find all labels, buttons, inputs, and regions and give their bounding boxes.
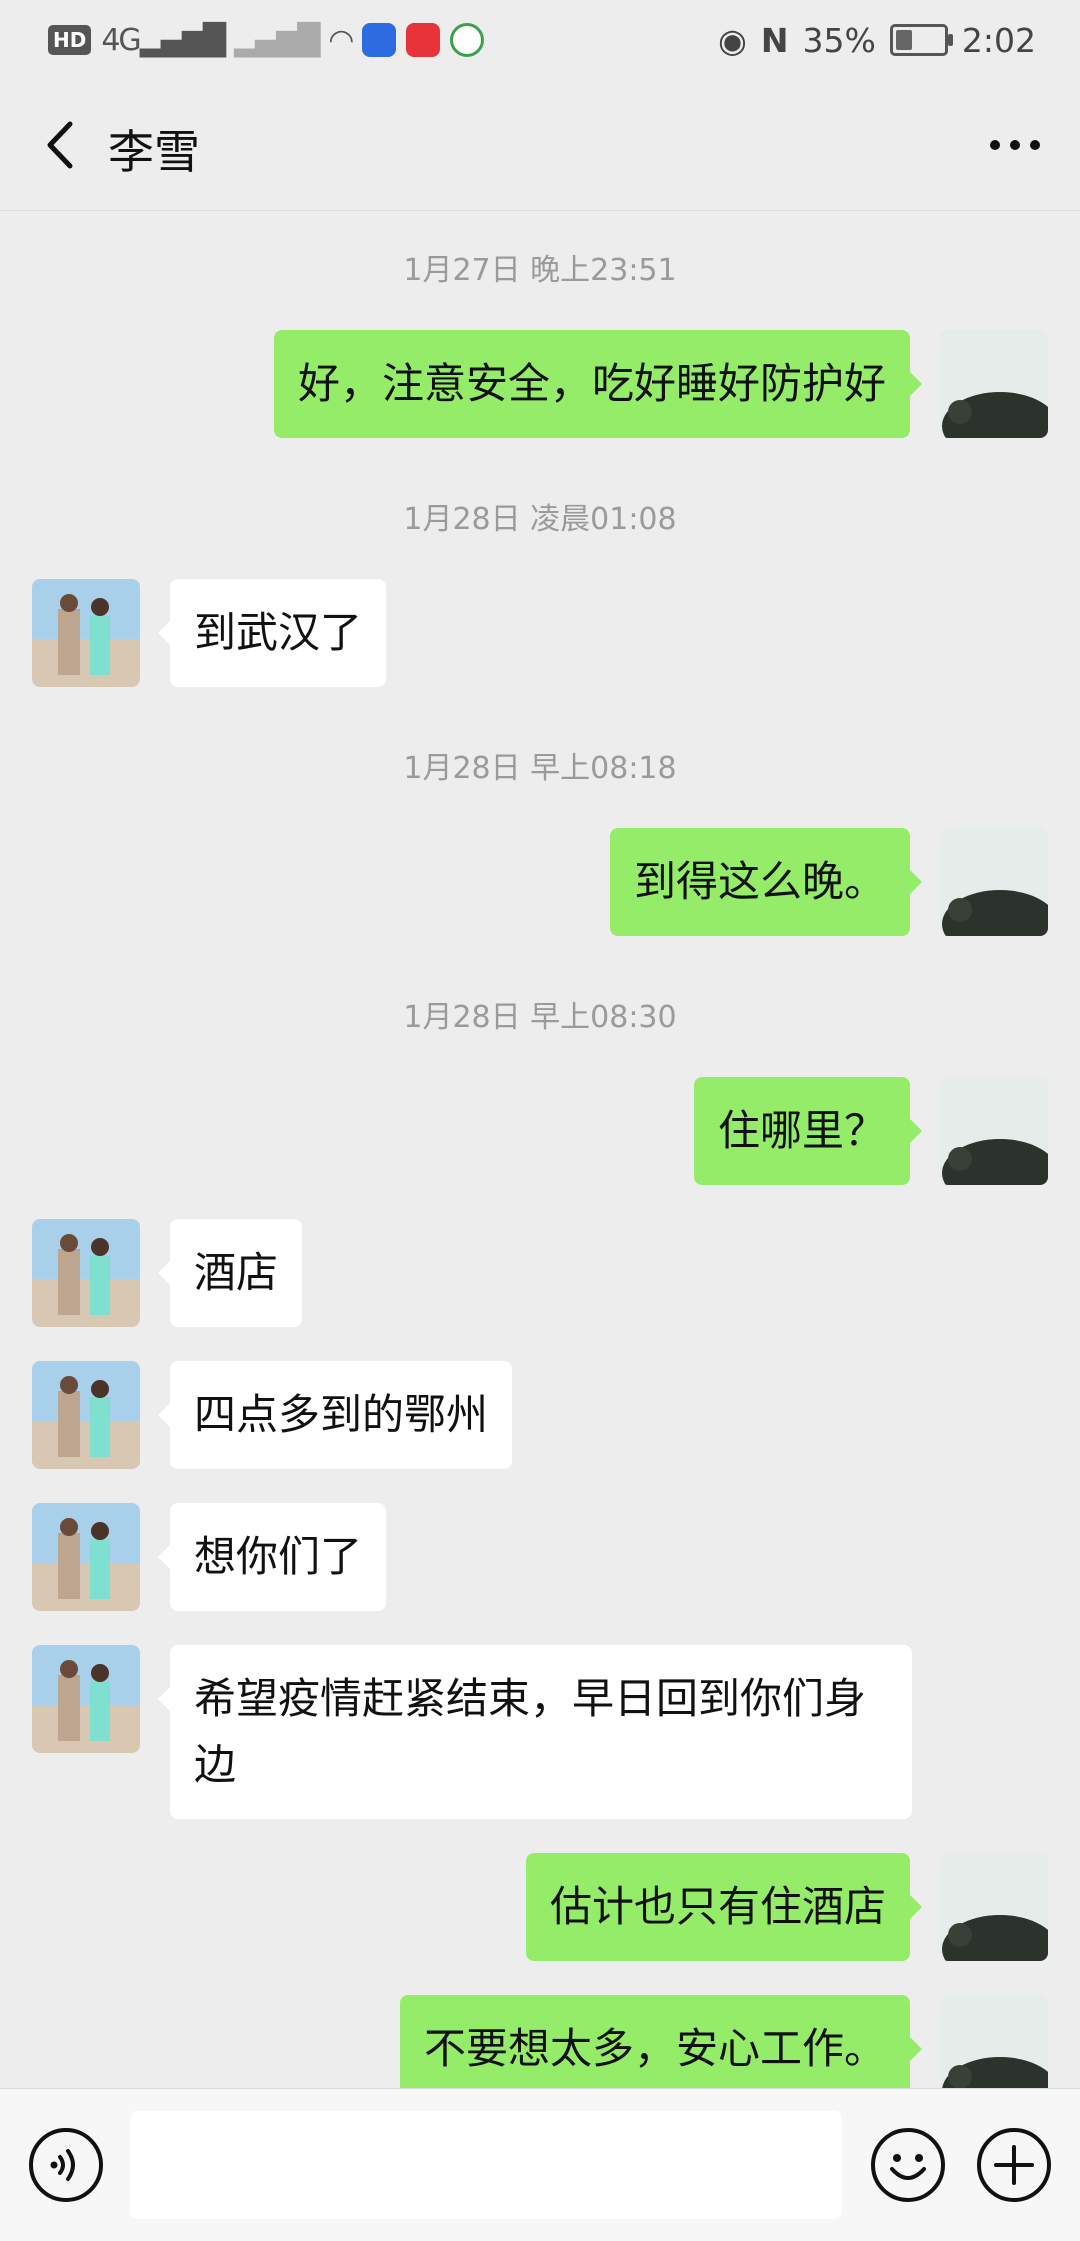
message-bubble-outgoing[interactable]: 不要想太多，安心工作。 xyxy=(399,1995,923,2088)
timestamp: 1月28日 早上08:18 xyxy=(403,751,677,786)
voice-icon[interactable] xyxy=(26,2125,106,2205)
emoji-icon[interactable] xyxy=(868,2125,948,2205)
contact-avatar[interactable] xyxy=(32,579,140,687)
contact-avatar[interactable] xyxy=(32,1645,140,1753)
message-bubble-incoming[interactable]: 酒店 xyxy=(157,1219,303,1327)
message-bubble-outgoing[interactable]: 住哪里？ xyxy=(693,1077,923,1185)
contact-avatar[interactable] xyxy=(32,1219,140,1327)
message-bubble-outgoing[interactable]: 到得这么晚。 xyxy=(609,828,923,936)
back-arrow-icon[interactable] xyxy=(28,110,98,180)
eye-icon: ◉ xyxy=(718,20,747,60)
my-avatar[interactable] xyxy=(940,828,1048,936)
my-avatar[interactable] xyxy=(940,1995,1048,2088)
contact-avatar[interactable] xyxy=(32,1361,140,1469)
status-right: ◉ N 35% 2:02 xyxy=(718,18,1036,62)
more-dots-icon[interactable] xyxy=(980,110,1050,180)
clock: 2:02 xyxy=(961,20,1036,60)
chat-header: 李雪 xyxy=(0,80,1080,211)
my-avatar[interactable] xyxy=(940,1853,1048,1961)
message-bubble-incoming[interactable]: 四点多到的鄂州 xyxy=(157,1361,513,1469)
message-bubble-incoming[interactable]: 想你们了 xyxy=(157,1503,387,1611)
my-avatar[interactable] xyxy=(940,330,1048,438)
timestamp: 1月28日 早上08:30 xyxy=(403,1000,677,1035)
timestamp: 1月27日 晚上23:51 xyxy=(403,253,677,288)
timestamp: 1月28日 凌晨01:08 xyxy=(403,502,677,537)
nfc-icon: N xyxy=(760,20,789,60)
message-bubble-outgoing[interactable]: 好，注意安全，吃好睡好防护好 xyxy=(273,330,923,438)
video-app-icon xyxy=(406,23,441,57)
message-input[interactable] xyxy=(130,2111,842,2219)
message-bubble-outgoing[interactable]: 估计也只有住酒店 xyxy=(525,1853,923,1961)
signal-icon: 4G▂▄▆█ xyxy=(101,22,226,58)
status-bar: HD 4G▂▄▆█ ▂▄▆█ ◠ ◉ N 35% 2:02 xyxy=(0,0,1080,80)
battery-percent: 35% xyxy=(802,20,876,60)
message-bubble-incoming[interactable]: 到武汉了 xyxy=(157,579,387,687)
browser-app-icon xyxy=(450,23,485,57)
hd-badge: HD xyxy=(48,25,92,55)
status-left: HD 4G▂▄▆█ ▂▄▆█ ◠ xyxy=(48,18,485,62)
wifi-icon: ◠ xyxy=(328,22,354,58)
contact-avatar[interactable] xyxy=(32,1503,140,1611)
plus-icon[interactable] xyxy=(974,2125,1054,2205)
network-type: 4G xyxy=(101,22,141,58)
message-bubble-incoming[interactable]: 希望疫情赶紧结束，早日回到你们身边 xyxy=(158,1645,912,1819)
baidu-app-icon xyxy=(362,23,397,57)
signal-icon-2: ▂▄▆█ xyxy=(233,22,320,58)
my-avatar[interactable] xyxy=(940,1077,1048,1185)
chat-title: 李雪 xyxy=(108,125,200,179)
chat-area[interactable]: 1月27日 晚上23:51 1月28日 凌晨01:08 1月28日 早上08:1… xyxy=(0,211,1080,2088)
battery-fill xyxy=(895,30,912,50)
battery-icon xyxy=(889,24,953,56)
input-bar xyxy=(0,2088,1080,2241)
